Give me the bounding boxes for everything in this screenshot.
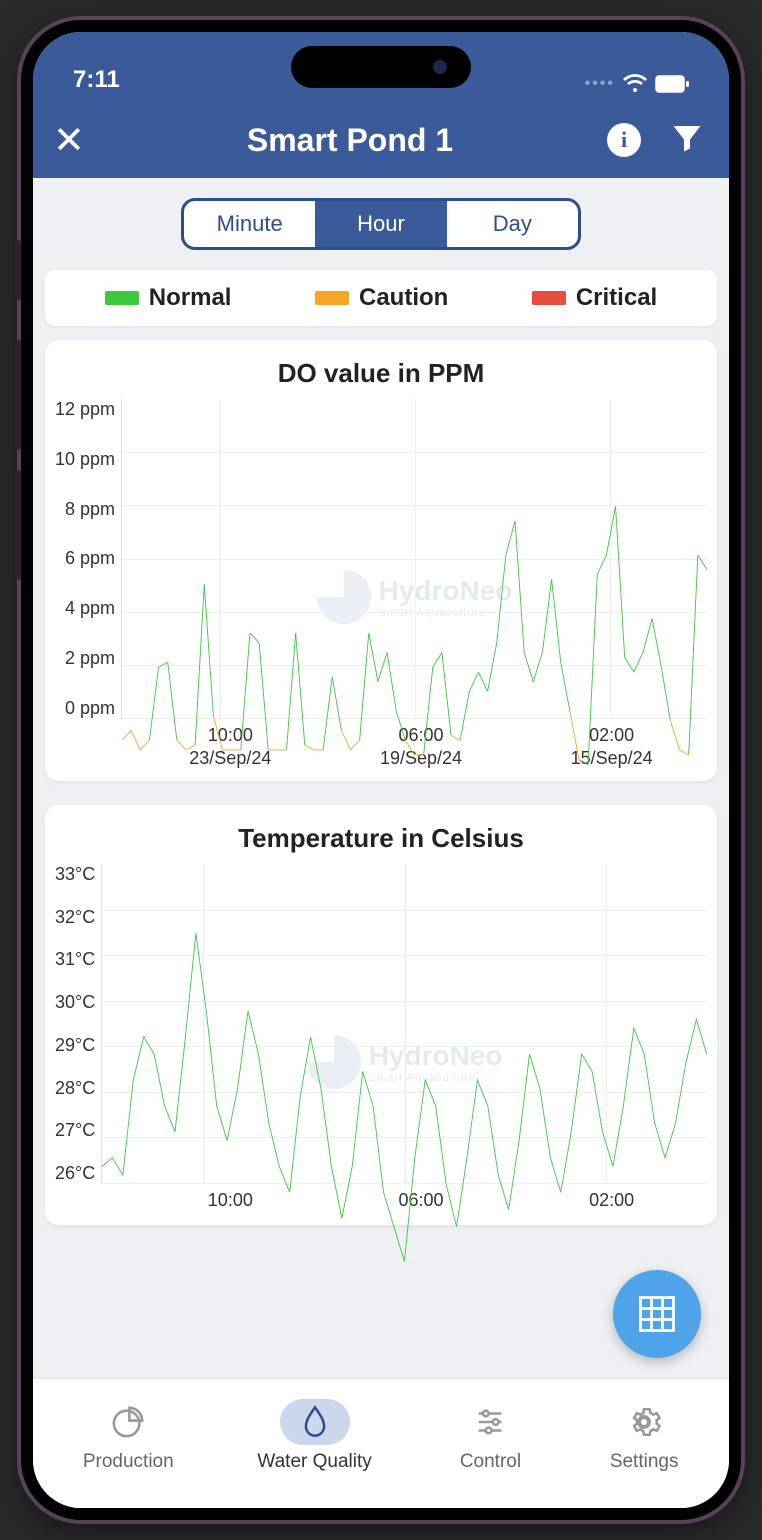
y-axis-do: 12 ppm10 ppm8 ppm6 ppm4 ppm2 ppm0 ppm: [55, 399, 121, 719]
info-button[interactable]: i: [607, 123, 641, 157]
legend-swatch-caution: [315, 291, 349, 305]
plot-area-temp[interactable]: HydroNeo Smart Aquaculture: [101, 864, 707, 1184]
chart-card-do: DO value in PPM 12 ppm10 ppm8 ppm6 ppm4 …: [45, 340, 717, 781]
grid-icon: [635, 1292, 679, 1336]
legend-critical: Critical: [532, 284, 657, 312]
chart-title-do: DO value in PPM: [55, 358, 707, 389]
gear-icon: [627, 1405, 661, 1439]
funnel-icon: [669, 120, 705, 156]
segment-hour[interactable]: Hour: [315, 201, 446, 247]
legend-caution: Caution: [315, 284, 448, 312]
water-drop-icon: [301, 1405, 329, 1439]
table-view-fab[interactable]: [613, 1270, 701, 1358]
status-icons: ••••: [585, 74, 689, 94]
legend-swatch-critical: [532, 291, 566, 305]
segment-minute[interactable]: Minute: [184, 201, 315, 247]
legend-normal: Normal: [105, 284, 232, 312]
pie-chart-icon: [111, 1405, 145, 1439]
segment-day[interactable]: Day: [447, 201, 578, 247]
time-range-segmented: Minute Hour Day: [181, 198, 581, 250]
chart-title-temp: Temperature in Celsius: [55, 823, 707, 854]
cellular-dots-icon: ••••: [585, 75, 615, 93]
chart-card-temp: Temperature in Celsius 33°C32°C31°C30°C2…: [45, 805, 717, 1225]
page-title: Smart Pond 1: [109, 122, 591, 159]
nav-control[interactable]: Control: [455, 1399, 525, 1473]
y-axis-temp: 33°C32°C31°C30°C29°C28°C27°C26°C: [55, 864, 101, 1184]
bottom-nav: Production Water Quality Control Setting…: [33, 1378, 729, 1508]
legend-card: Normal Caution Critical: [45, 270, 717, 326]
legend-swatch-normal: [105, 291, 139, 305]
wifi-icon: [623, 74, 647, 94]
nav-production[interactable]: Production: [83, 1399, 174, 1473]
plot-area-do[interactable]: HydroNeo Smart Aquaculture: [121, 399, 707, 719]
status-time: 7:11: [73, 66, 120, 94]
nav-water-quality[interactable]: Water Quality: [257, 1399, 371, 1473]
nav-settings[interactable]: Settings: [609, 1399, 679, 1473]
close-button[interactable]: ✕: [53, 118, 93, 163]
battery-icon: [655, 75, 689, 93]
sliders-icon: [473, 1405, 507, 1439]
header-bar: ✕ Smart Pond 1 i: [33, 102, 729, 178]
filter-button[interactable]: [669, 120, 709, 160]
